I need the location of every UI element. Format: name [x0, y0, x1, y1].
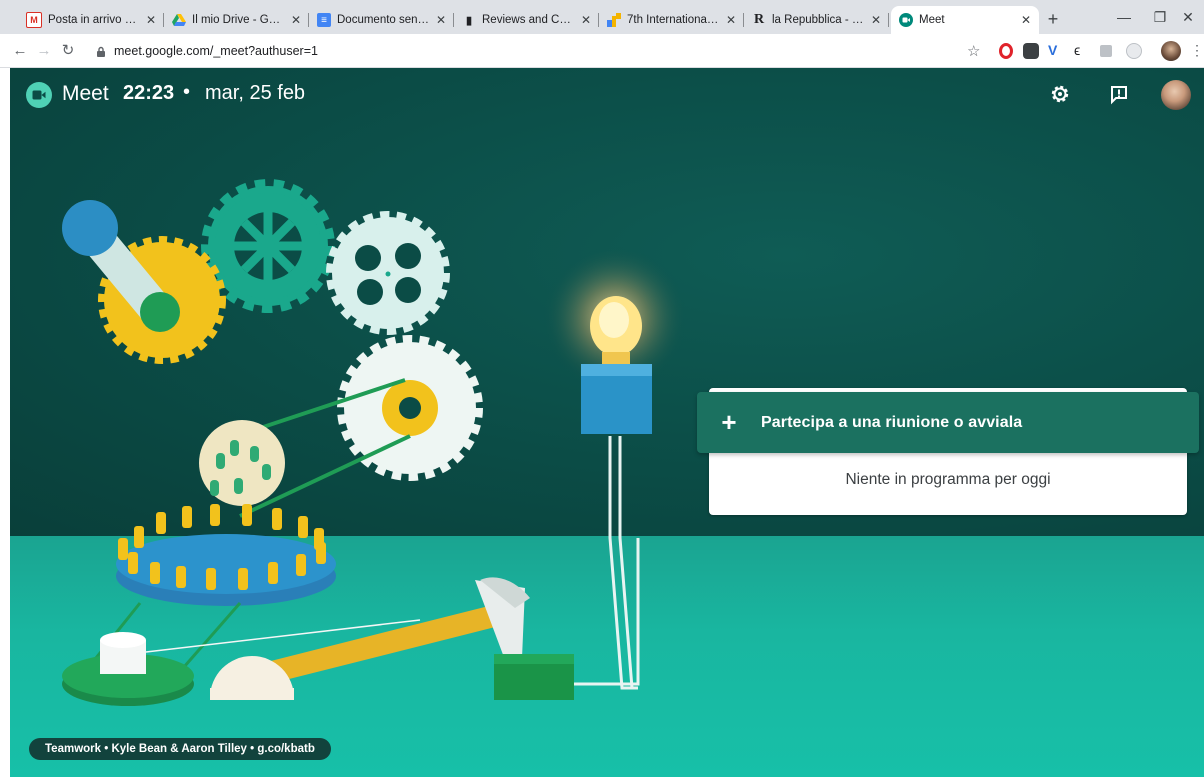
feedback-icon[interactable]	[1108, 83, 1130, 105]
close-tab-icon[interactable]: ✕	[289, 13, 303, 27]
conference-icon	[607, 13, 621, 27]
tab-title: Documento senza titol	[337, 14, 430, 26]
docs-icon: ≡	[317, 13, 331, 27]
drive-icon	[172, 13, 186, 27]
extension-goat-icon[interactable]: ϵ	[1074, 42, 1080, 58]
close-tab-icon[interactable]: ✕	[434, 13, 448, 27]
browser-toolbar: ← → ↻ meet.google.com/_meet?authuser=1 ☆…	[0, 34, 1204, 68]
extension-face-icon[interactable]	[1126, 43, 1142, 59]
close-tab-icon[interactable]: ✕	[869, 13, 883, 27]
meet-icon	[899, 13, 913, 27]
meet-header: Meet 22:23 • mar, 25 feb	[10, 68, 1204, 124]
tab-title: Meet	[919, 14, 945, 26]
plus-icon: +	[721, 407, 737, 437]
gmail-icon: M	[26, 12, 42, 28]
meet-page: Meet 22:23 • mar, 25 feb + Partecipa a u…	[10, 68, 1204, 777]
close-tab-icon[interactable]: ✕	[724, 13, 738, 27]
tab-title: 7th International Confe	[627, 14, 720, 26]
repubblica-icon: R	[753, 12, 765, 27]
extension-v-icon[interactable]: V	[1048, 42, 1057, 58]
tab-title: Posta in arrivo (362) -	[48, 14, 140, 26]
join-meeting-label: Partecipa a una riunione o avviala	[761, 413, 1023, 431]
tab-meet[interactable]: Meet ✕	[891, 6, 1039, 34]
artwork-credit-link[interactable]: Teamwork • Kyle Bean & Aaron Tilley • g.…	[29, 738, 331, 760]
review-icon: ▮	[465, 14, 473, 27]
window-close-icon[interactable]: ✕	[1172, 0, 1204, 34]
tab-reviews[interactable]: ▮ Reviews and Commen ✕	[454, 6, 599, 34]
teal-gear	[201, 179, 335, 313]
current-date: mar, 25 feb	[205, 82, 306, 104]
tab-repubblica[interactable]: R la Repubblica - News ✕	[744, 6, 889, 34]
tab-drive[interactable]: Il mio Drive - Google D ✕	[164, 6, 309, 34]
reload-icon[interactable]: ↻	[56, 34, 80, 68]
settings-gear-icon[interactable]	[1049, 83, 1071, 105]
app-name: Meet	[62, 82, 109, 105]
extension-cast-icon[interactable]	[1100, 45, 1112, 57]
new-tab-button[interactable]: +	[1040, 6, 1066, 32]
white-gear	[326, 211, 450, 335]
bookmark-star-icon[interactable]: ☆	[967, 42, 980, 60]
current-time: 22:23	[123, 82, 175, 104]
close-tab-icon[interactable]: ✕	[144, 13, 158, 27]
forward-icon[interactable]: →	[32, 34, 56, 68]
tab-docs[interactable]: ≡ Documento senza titol ✕	[309, 6, 454, 34]
join-or-start-meeting-button[interactable]: + Partecipa a una riunione o avviala	[697, 392, 1199, 453]
ghostery-icon[interactable]	[1023, 43, 1039, 59]
header-separator: •	[183, 81, 191, 103]
tab-title: la Repubblica - News	[772, 14, 865, 26]
tab-conference[interactable]: 7th International Confe ✕	[599, 6, 744, 34]
empty-agenda-text: Niente in programma per oggi	[845, 471, 1051, 488]
opera-icon[interactable]	[999, 43, 1013, 59]
tab-gmail[interactable]: M Posta in arrivo (362) - ✕	[18, 6, 164, 34]
browser-tab-strip: M Posta in arrivo (362) - ✕ Il mio Drive…	[0, 0, 1204, 34]
tab-title: Reviews and Commen	[482, 14, 575, 26]
meet-logo-icon[interactable]	[26, 82, 52, 108]
address-bar[interactable]: meet.google.com/_meet?authuser=1	[96, 39, 996, 63]
minimize-icon[interactable]: —	[1104, 0, 1144, 34]
browser-menu-icon[interactable]: ⋮	[1190, 42, 1204, 59]
profile-avatar-icon[interactable]	[1161, 41, 1181, 61]
tab-title: Il mio Drive - Google D	[192, 14, 285, 26]
back-icon[interactable]: ←	[8, 34, 32, 68]
big-white-gear	[337, 335, 483, 481]
lock-icon	[96, 46, 106, 57]
close-tab-icon[interactable]: ✕	[1019, 13, 1033, 27]
url-text: meet.google.com/_meet?authuser=1	[114, 44, 318, 58]
account-avatar[interactable]	[1161, 80, 1191, 110]
close-tab-icon[interactable]: ✕	[579, 13, 593, 27]
